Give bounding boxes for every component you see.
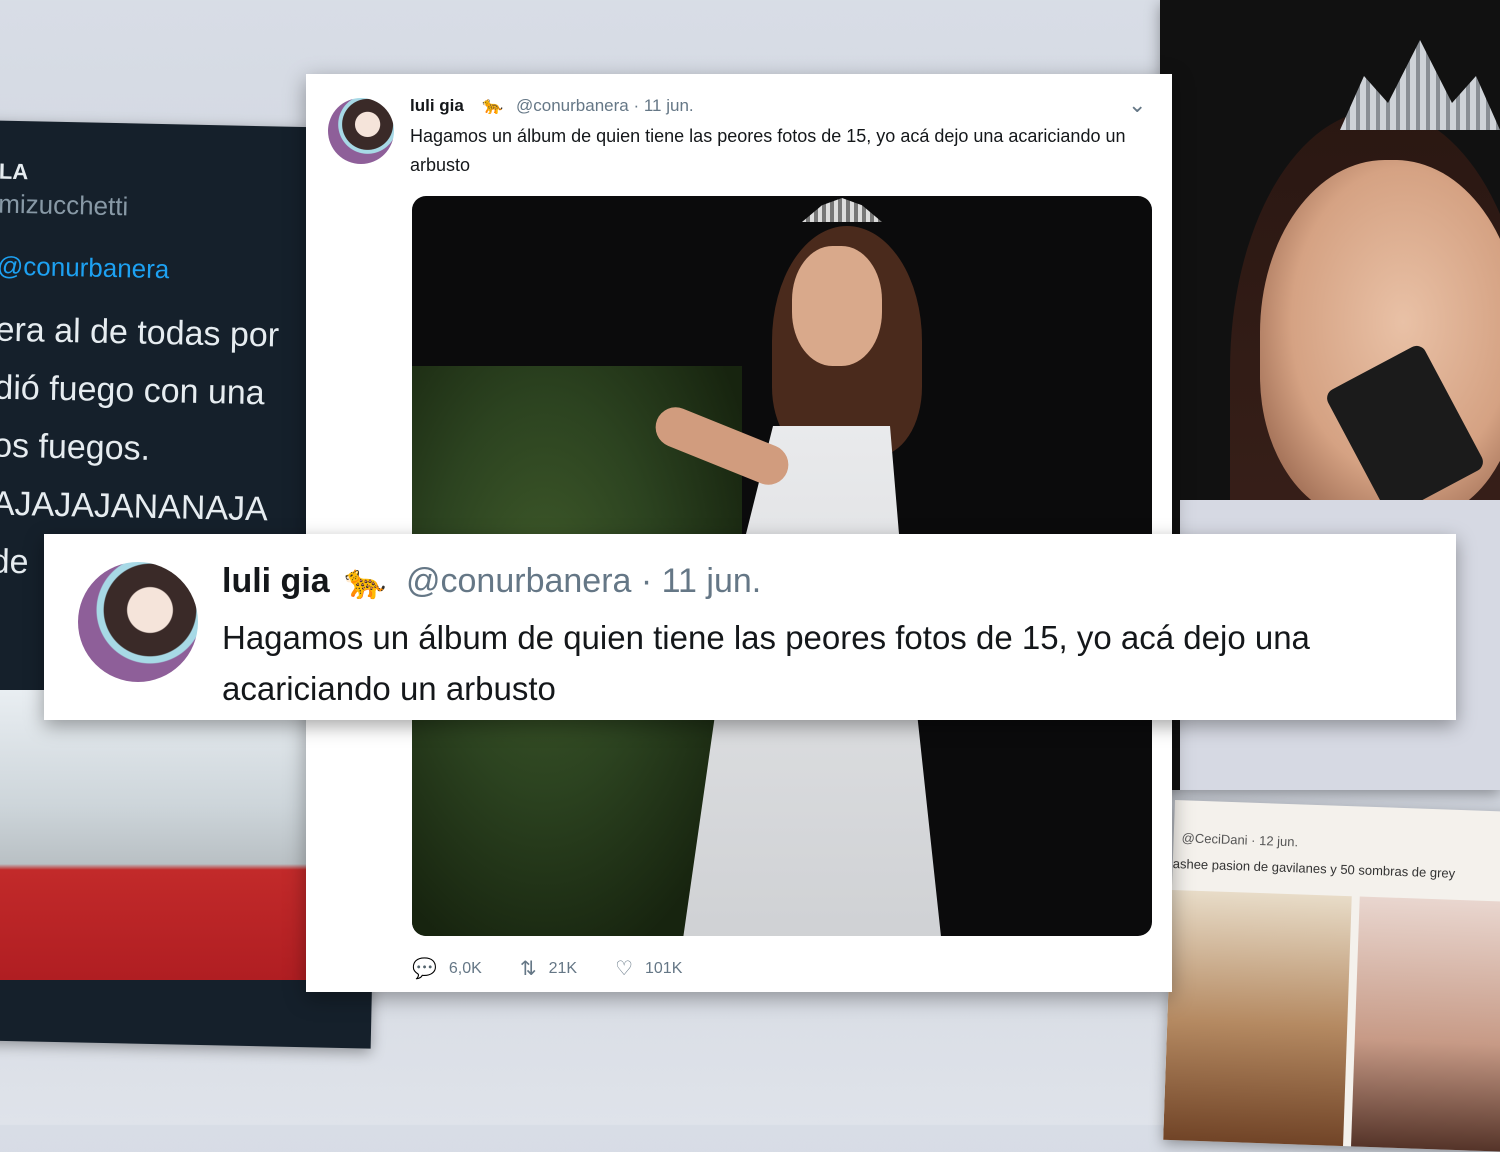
left-tweet-line: de [0,542,29,582]
tweet-actions: 💬 6,0K ⇅ 21K ♡ 101K [412,956,682,981]
left-tweet-name: LA [0,158,29,185]
tweet-date[interactable]: · 11 jun. [633,96,693,115]
reply-button[interactable]: 💬 6,0K [412,956,482,981]
banner-handle-date[interactable]: @conurbanera · 11 jun. [406,562,761,601]
left-tweet-reply-to[interactable]: @conurbanera [0,251,170,286]
banner-tweet-text: Hagamos un álbum de quien tiene las peor… [222,619,1310,707]
left-tweet-line: dió fuego con una [0,368,266,413]
left-tweet-handle: mizucchetti [0,188,129,222]
reply-count: 6,0K [448,959,482,977]
br-tweet-photo [1350,896,1500,1152]
retweet-button[interactable]: ⇅ 21K [520,956,577,981]
left-tweet-line: os fuegos. [0,426,151,468]
tweet-text: Hagamos un álbum de quien tiene las peor… [410,126,1126,175]
photo-face [792,246,882,366]
tweet-handle[interactable]: @conurbanera [516,96,629,115]
main-tweet-card: luli gia 🐆 @conurbanera · 11 jun. ⌄ Haga… [306,74,1172,992]
zoomed-tweet-banner: luli gia 🐆 @conurbanera · 11 jun. Hagamo… [44,534,1456,720]
left-tweet-line: era al de todas por [0,310,280,355]
tweet-handle-date[interactable]: @conurbanera · 11 jun. [516,96,694,116]
left-tweet-line: AJAJAJANANAJA [0,484,269,529]
avatar[interactable] [78,562,198,682]
heart-icon: ♡ [615,958,633,980]
leopard-emoji-icon: 🐆 [344,563,387,601]
leopard-emoji-icon: 🐆 [482,96,504,115]
tweet-author-name[interactable]: luli gia [410,96,464,116]
tiara-shape [1340,40,1500,130]
like-button[interactable]: ♡ 101K [615,956,682,981]
retweet-count: 21K [548,959,578,977]
bottom-right-background-tweet: @CeciDani · 12 jun. ashee pasion de gavi… [1163,800,1500,1152]
tiara-shape [802,198,882,222]
avatar[interactable] [328,98,394,164]
chevron-down-icon[interactable]: ⌄ [1128,92,1146,118]
left-tweet-photo [0,690,310,980]
br-tweet-photo [1163,889,1352,1152]
br-tweet-handle: @CeciDani · 12 jun. [1181,830,1299,850]
retweet-icon: ⇅ [519,958,537,980]
reply-icon: 💬 [412,958,437,980]
br-tweet-text: ashee pasion de gavilanes y 50 sombras d… [1172,855,1456,881]
banner-author-name[interactable]: luli gia [222,562,330,601]
like-count: 101K [645,959,683,977]
